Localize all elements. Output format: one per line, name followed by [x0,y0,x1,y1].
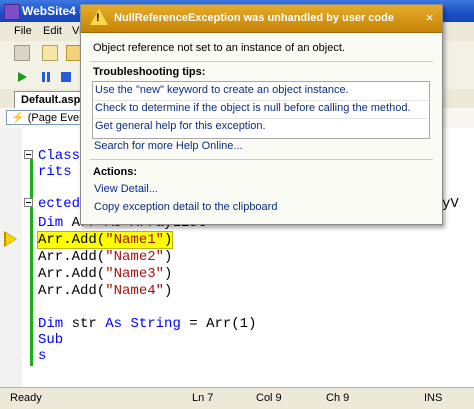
separator [93,118,429,119]
tip-link-new-keyword[interactable]: Use the "new" keyword to create an objec… [95,84,349,96]
member-combo-value: (Page Even [27,112,86,124]
status-char: Ch 9 [326,392,350,404]
current-statement-arrow-fill [6,233,16,245]
menu-file[interactable]: File [14,25,32,37]
visual-studio-icon [4,4,20,20]
collapse-class-icon[interactable] [24,150,33,159]
indicator-margin[interactable] [0,128,22,387]
status-line: Ln 7 [192,392,214,404]
new-project-icon[interactable] [14,45,30,61]
add-item-icon[interactable] [42,45,58,61]
troubleshooting-tips-list: Use the "new" keyword to create an objec… [92,81,430,139]
status-insert-mode: INS [424,392,443,404]
stop-debugging-icon[interactable] [58,69,74,85]
continue-icon[interactable] [14,69,30,85]
copy-exception-detail-link[interactable]: Copy exception detail to the clipboard [94,201,277,213]
separator [90,159,433,160]
code-fragment-inherits: rits [38,164,72,180]
code-fragment-right: yV [442,196,459,212]
actions-header: Actions: [93,166,137,178]
status-column: Col 9 [256,392,282,404]
change-tracking-bar [30,150,33,366]
view-detail-link[interactable]: View Detail... [94,183,158,195]
collapse-method-icon[interactable] [24,198,33,207]
code-line-end-class: s [38,348,47,364]
code-line-current-statement: Arr.Add("Name1") [36,231,174,249]
exception-message: Object reference not set to an instance … [93,42,345,54]
warning-icon-mark: ! [96,12,100,24]
tip-link-check-null[interactable]: Check to determine if the object is null… [95,102,411,114]
code-line-add-name3: Arr.Add("Name3") [38,266,173,282]
code-fragment-protected: ected [38,196,81,212]
code-line-end-sub: Sub [38,332,64,348]
exception-header: ! NullReferenceException was unhandled b… [81,5,442,33]
break-all-icon[interactable] [38,69,54,85]
status-bar: Ready Ln 7 Col 9 Ch 9 INS [0,387,474,409]
code-line-add-name2: Arr.Add("Name2") [38,249,173,265]
exception-assistant: ! NullReferenceException was unhandled b… [80,4,443,225]
status-ready: Ready [10,392,42,404]
event-bolt-icon: ⚡ [11,112,25,124]
separator [90,61,433,62]
menu-edit[interactable]: Edit [43,25,62,37]
separator [93,100,429,101]
search-help-online-link[interactable]: Search for more Help Online... [94,140,243,152]
tip-link-general-help[interactable]: Get general help for this exception. [95,120,266,132]
close-icon[interactable]: × [423,11,436,24]
troubleshooting-header: Troubleshooting tips: [93,66,206,78]
code-line-dim-str: Dim str As String = Arr(1) [38,316,257,332]
code-fragment-class: Class [38,148,81,164]
code-line-add-name4: Arr.Add("Name4") [38,283,173,299]
exception-title: NullReferenceException was unhandled by … [114,12,394,24]
